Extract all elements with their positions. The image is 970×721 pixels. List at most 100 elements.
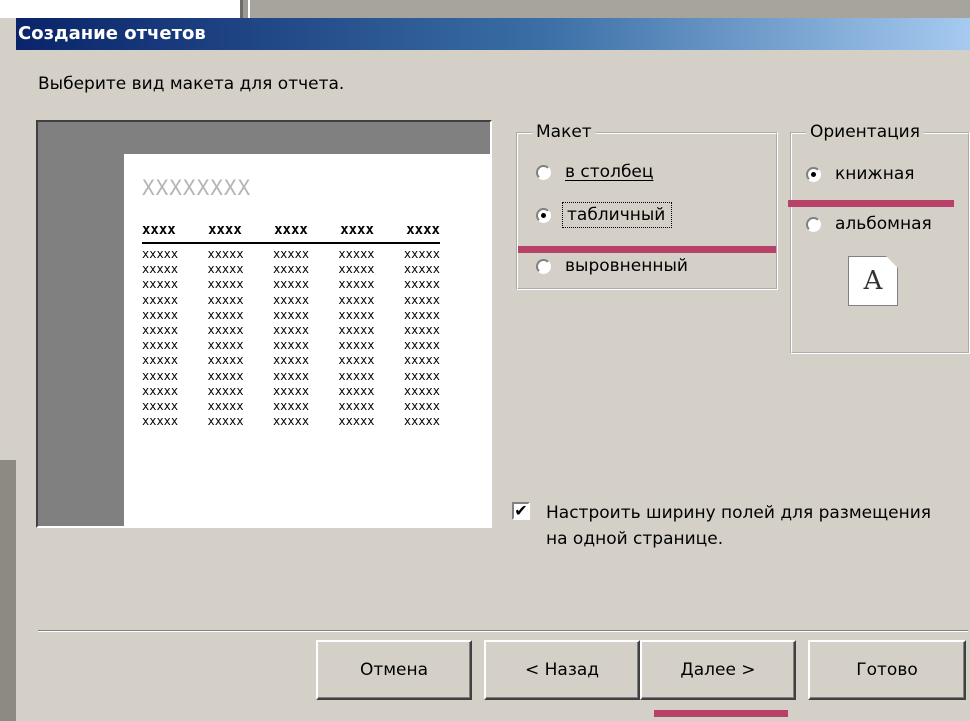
preview-cell: xxxxx (207, 399, 244, 414)
preview-header-cell: xxxx (208, 222, 242, 238)
preview-cell: xxxxx (207, 383, 244, 398)
preview-page: XXXXXXXX xxxx xxxx xxxx xxxx xxxx xxxxx x… (124, 154, 492, 526)
preview-cell: xxxxx (272, 292, 310, 307)
preview-cell: xxxxx (142, 368, 179, 383)
preview-header-rule (142, 242, 440, 244)
preview-row: xxxxx xxxxx xxxxx xxxxx xxxxx (142, 399, 440, 414)
page-orientation-icon: A (848, 256, 898, 306)
preview-header-cell: xxxx (340, 222, 374, 238)
preview-cell: xxxxx (338, 338, 375, 353)
radio-landscape[interactable]: альбомная (806, 214, 932, 234)
highlight-portrait (788, 200, 954, 207)
preview-row: xxxxx xxxxx xxxxx xxxxx xxxxx (142, 262, 440, 277)
radio-portrait[interactable]: книжная (806, 164, 915, 184)
layout-group-legend: Макет (532, 122, 596, 142)
next-button[interactable]: Далее > (640, 640, 796, 700)
highlight-tabular (518, 246, 776, 253)
preview-cell: xxxxx (403, 307, 440, 322)
preview-row: xxxxx xxxxx xxxxx xxxxx xxxxx (142, 353, 440, 368)
preview-cell: xxxxx (142, 353, 179, 368)
preview-cell: xxxxx (403, 368, 440, 383)
layout-preview: XXXXXXXX xxxx xxxx xxxx xxxx xxxx xxxxx x… (36, 120, 492, 528)
preview-cell: xxxxx (207, 368, 244, 383)
back-button[interactable]: < Назад (484, 640, 640, 700)
background-window-right (248, 0, 970, 18)
fit-width-label[interactable]: Настроить ширину полей для размещения на… (546, 500, 946, 552)
preview-cell: xxxxx (207, 323, 244, 338)
preview-cell: xxxxx (403, 323, 440, 338)
radio-justified-label[interactable]: выровненный (565, 256, 688, 276)
preview-cell: xxxxx (272, 277, 310, 292)
preview-cell: xxxxx (338, 353, 375, 368)
preview-row: xxxxx xxxxx xxxxx xxxxx xxxxx (142, 293, 440, 308)
preview-cell: xxxxx (403, 353, 440, 368)
preview-cell: xxxxx (207, 414, 244, 429)
preview-cell: xxxxx (338, 399, 375, 414)
preview-cell: xxxxx (207, 262, 244, 277)
preview-cell: xxxxx (338, 262, 375, 277)
preview-cell: xxxxx (207, 307, 244, 322)
preview-cell: xxxxx (142, 292, 179, 307)
radio-portrait-indicator[interactable] (806, 166, 821, 182)
preview-cell: xxxxx (272, 368, 310, 383)
dialog-title[interactable]: Создание отчетов (16, 18, 970, 50)
radio-portrait-label[interactable]: книжная (835, 164, 915, 184)
radio-tabular-label[interactable]: табличный (561, 202, 673, 228)
cancel-button[interactable]: Отмена (316, 640, 472, 700)
preview-cell: xxxxx (272, 307, 310, 322)
preview-cell: xxxxx (142, 323, 179, 338)
preview-cell: xxxxx (272, 383, 310, 398)
button-separator (38, 630, 968, 632)
wizard-prompt: Выберите вид макета для отчета. (38, 74, 345, 94)
preview-cell: xxxxx (272, 399, 310, 414)
preview-cell: xxxxx (207, 292, 244, 307)
radio-columnar-label[interactable]: в столбец (565, 162, 653, 182)
preview-cell: xxxxx (272, 262, 310, 277)
preview-cell: xxxxx (403, 292, 440, 307)
preview-cell: xxxxx (272, 323, 310, 338)
preview-row: xxxxx xxxxx xxxxx xxxxx xxxxx (142, 338, 440, 353)
radio-landscape-label[interactable]: альбомная (835, 214, 932, 234)
preview-cell: xxxxx (142, 307, 179, 322)
preview-header-row: xxxx xxxx xxxx xxxx xxxx (142, 222, 440, 238)
preview-row: xxxxx xxxxx xxxxx xxxxx xxxxx (142, 414, 440, 429)
preview-cell: xxxxx (142, 414, 179, 429)
radio-columnar[interactable]: в столбец (536, 162, 653, 182)
radio-tabular-indicator[interactable] (536, 207, 551, 223)
radio-tabular[interactable]: табличный (536, 202, 673, 228)
report-wizard-dialog: Создание отчетов Выберите вид макета для… (16, 18, 970, 721)
highlight-next (654, 710, 788, 717)
fit-width-checkbox[interactable]: ✔ (512, 502, 530, 520)
preview-title-placeholder: XXXXXXXX (142, 176, 252, 200)
preview-cell: xxxxx (403, 414, 440, 429)
preview-cell: xxxxx (272, 338, 310, 353)
preview-cell: xxxxx (338, 414, 375, 429)
finish-button[interactable]: Готово (808, 640, 966, 700)
preview-cell: xxxxx (272, 247, 310, 261)
preview-row: xxxxx xxxxx xxxxx xxxxx xxxxx (142, 277, 440, 292)
preview-cell: xxxxx (142, 277, 179, 292)
preview-cell: xxxxx (142, 247, 179, 261)
preview-cell: xxxxx (338, 383, 375, 398)
radio-justified-indicator[interactable] (536, 258, 551, 274)
preview-cell: xxxxx (207, 247, 244, 261)
preview-cell: xxxxx (207, 338, 244, 353)
preview-cell: xxxxx (403, 338, 440, 353)
radio-columnar-indicator[interactable] (536, 164, 551, 180)
preview-cell: xxxxx (338, 307, 375, 322)
preview-cell: xxxxx (338, 277, 375, 292)
radio-justified[interactable]: выровненный (536, 256, 688, 276)
preview-cell: xxxxx (403, 262, 440, 277)
preview-cell: xxxxx (272, 414, 310, 429)
orientation-group-legend: Ориентация (806, 122, 924, 142)
preview-cell: xxxxx (142, 383, 179, 398)
preview-cell: xxxxx (207, 353, 244, 368)
preview-cell: xxxxx (403, 383, 440, 398)
radio-landscape-indicator[interactable] (806, 216, 821, 232)
fit-width-option[interactable]: ✔ Настроить ширину полей для размещения … (512, 500, 946, 552)
preview-row: xxxxx xxxxx xxxxx xxxxx xxxxx (142, 384, 440, 399)
background-left-edge-dark (0, 460, 17, 721)
preview-cell: xxxxx (142, 399, 179, 414)
background-window-strip (0, 0, 970, 18)
preview-header-cell: xxxx (142, 222, 176, 238)
